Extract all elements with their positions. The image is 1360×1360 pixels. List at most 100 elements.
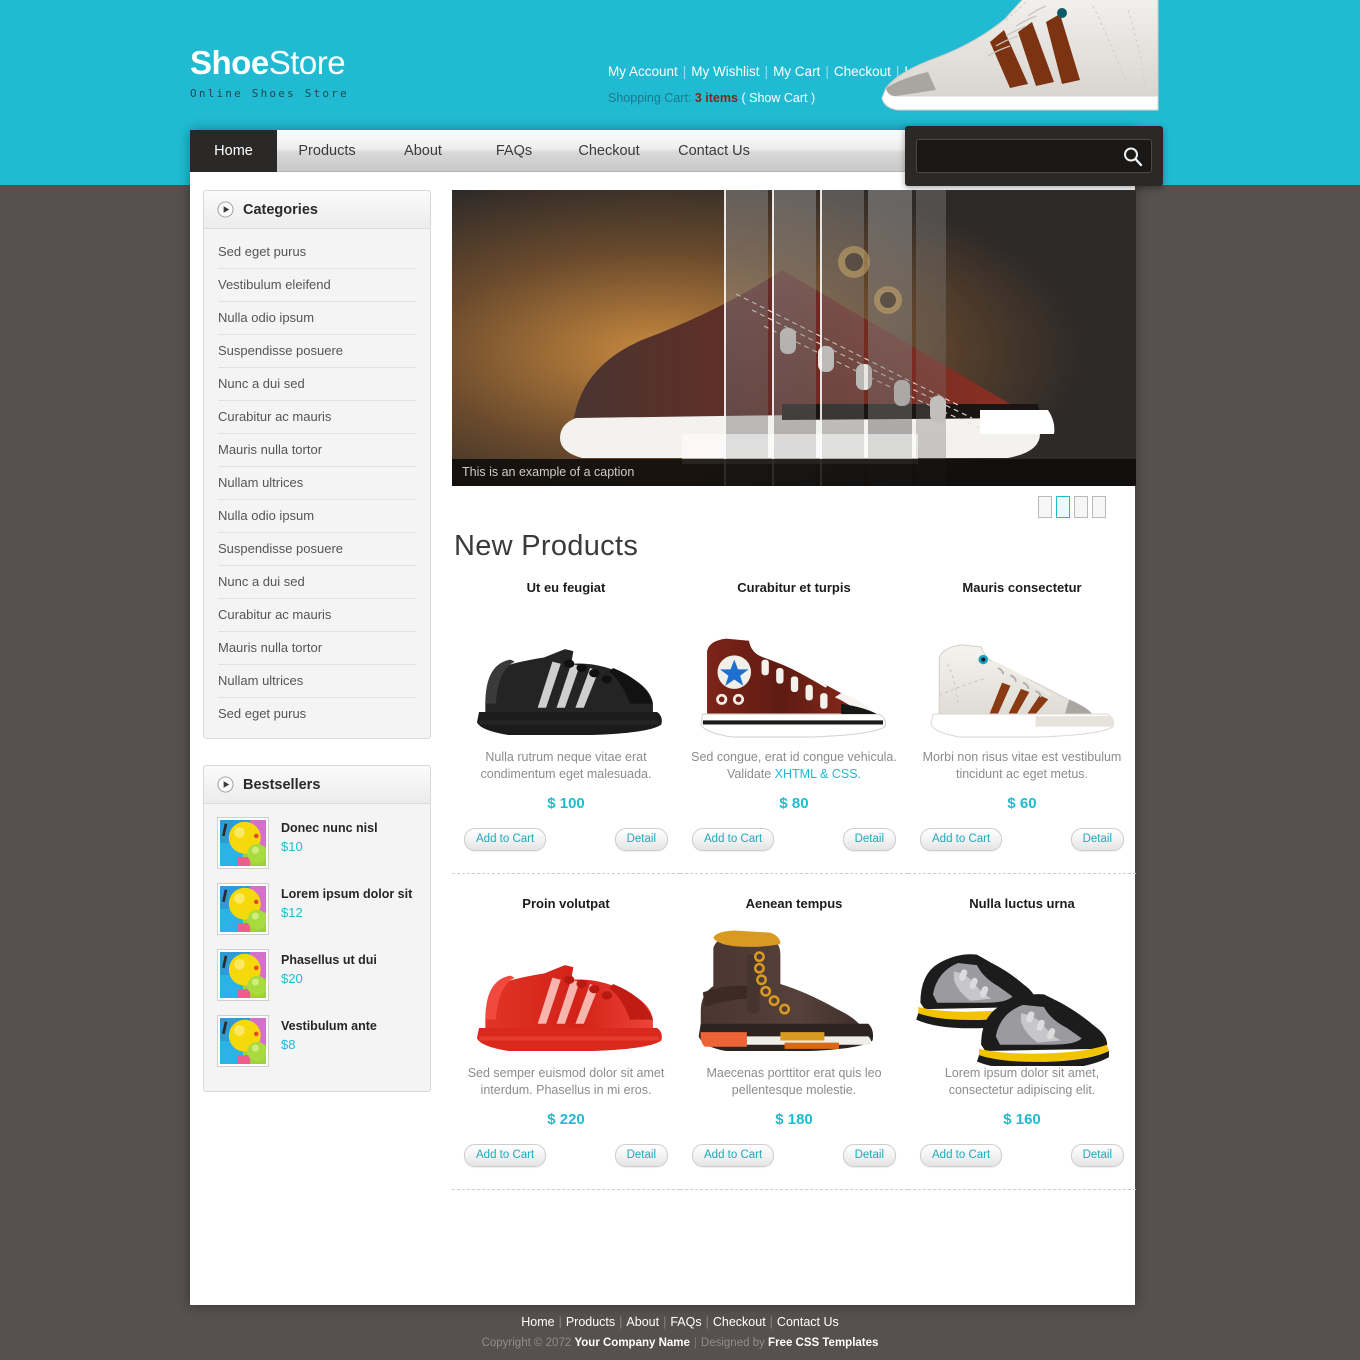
- bestseller-item[interactable]: Vestibulum ante $8: [217, 1015, 417, 1067]
- product-image[interactable]: [912, 919, 1132, 1071]
- footer-link-checkout[interactable]: Checkout: [713, 1315, 766, 1329]
- product-row: Ut eu feugiat Nulla rutrum neque vitae e…: [452, 580, 1136, 896]
- bestseller-name: Vestibulum ante: [281, 1019, 377, 1033]
- show-cart-link[interactable]: Show Cart: [749, 91, 807, 105]
- company-name: Your Company Name: [574, 1337, 690, 1349]
- product-price: $ 80: [779, 795, 809, 812]
- nav-item-contact-us[interactable]: Contact Us: [659, 130, 769, 172]
- cart-label: Shopping Cart:: [608, 91, 692, 105]
- product-name: Mauris consectetur: [962, 580, 1082, 595]
- product-name: Ut eu feugiat: [526, 580, 606, 595]
- nav-item-home[interactable]: Home: [190, 130, 277, 172]
- category-item[interactable]: Nulla odio ipsum: [218, 302, 416, 335]
- nav-item-faqs[interactable]: FAQs: [469, 130, 559, 172]
- paren-close: ): [810, 91, 816, 105]
- bestseller-name: Donec nunc nisl: [281, 821, 378, 835]
- product-image[interactable]: [684, 603, 904, 743]
- category-item[interactable]: Curabitur ac mauris: [218, 599, 416, 632]
- designer-name: Free CSS Templates: [768, 1337, 879, 1349]
- bestseller-name: Phasellus ut dui: [281, 953, 377, 967]
- product-price: $ 160: [1003, 1111, 1041, 1128]
- product-image[interactable]: [456, 919, 676, 1059]
- main-navigation: Home Products About FAQs Checkout Contac…: [190, 126, 1163, 186]
- add-to-cart-button[interactable]: Add to Cart: [692, 1144, 775, 1167]
- detail-button[interactable]: Detail: [1070, 828, 1124, 851]
- product-image[interactable]: [912, 603, 1132, 743]
- category-item[interactable]: Curabitur ac mauris: [218, 401, 416, 434]
- validate-link[interactable]: XHTML & CSS.: [775, 767, 861, 781]
- product-actions: Add to Cart Detail: [684, 1144, 904, 1167]
- bestseller-item[interactable]: Phasellus ut dui $20: [217, 949, 417, 1001]
- magnifier-icon[interactable]: [1121, 145, 1145, 169]
- divider: |: [764, 64, 769, 79]
- bestseller-item[interactable]: Lorem ipsum dolor sit $12: [217, 883, 417, 935]
- add-to-cart-button[interactable]: Add to Cart: [920, 1144, 1003, 1167]
- search-input[interactable]: [925, 140, 1115, 172]
- bestsellers-box: Bestsellers Donec nunc nisl $10 Lorem ip…: [203, 765, 431, 1092]
- product-name: Nulla luctus urna: [969, 896, 1075, 911]
- footer-link-faqs[interactable]: FAQs: [670, 1315, 701, 1329]
- product-description: Lorem ipsum dolor sit amet, consectetur …: [944, 1066, 1100, 1097]
- product-card: Curabitur et turpis Sed congue, erat id …: [680, 580, 908, 874]
- add-to-cart-button[interactable]: Add to Cart: [920, 828, 1003, 851]
- add-to-cart-button[interactable]: Add to Cart: [464, 828, 547, 851]
- product-name: Proin volutpat: [522, 896, 610, 911]
- bestseller-name: Lorem ipsum dolor sit: [281, 887, 413, 901]
- product-price: $ 60: [1007, 795, 1037, 812]
- bestseller-item[interactable]: Donec nunc nisl $10: [217, 817, 417, 869]
- add-to-cart-button[interactable]: Add to Cart: [692, 828, 775, 851]
- product-actions: Add to Cart Detail: [912, 1144, 1132, 1167]
- pager-dot-1[interactable]: [1038, 496, 1052, 518]
- product-actions: Add to Cart Detail: [456, 828, 676, 851]
- nav-label: About: [404, 143, 442, 159]
- category-item[interactable]: Nullam ultrices: [218, 467, 416, 500]
- copyright-text: Copyright © 2072: [481, 1337, 572, 1349]
- pager-dot-2[interactable]: [1056, 496, 1070, 518]
- link-my-wishlist[interactable]: My Wishlist: [691, 64, 759, 79]
- category-item[interactable]: Nunc a dui sed: [218, 566, 416, 599]
- category-item[interactable]: Suspendisse posuere: [218, 533, 416, 566]
- divider: |: [693, 1337, 697, 1349]
- footer-link-about[interactable]: About: [626, 1315, 659, 1329]
- pager-dot-4[interactable]: [1092, 496, 1106, 518]
- divider: |: [825, 64, 829, 79]
- detail-button[interactable]: Detail: [614, 1144, 668, 1167]
- search-box[interactable]: [916, 139, 1152, 173]
- link-my-account[interactable]: My Account: [608, 64, 678, 79]
- category-item[interactable]: Nullam ultrices: [218, 665, 416, 698]
- bestseller-thumbnail: [217, 817, 269, 869]
- footer-link-home[interactable]: Home: [521, 1315, 554, 1329]
- new-products-title: New Products: [454, 530, 639, 562]
- footer-link-products[interactable]: Products: [566, 1315, 615, 1329]
- promo-banner[interactable]: This is an example of a caption: [452, 190, 1136, 486]
- logo-bold: Shoe: [190, 44, 269, 81]
- category-item[interactable]: Suspendisse posuere: [218, 335, 416, 368]
- detail-button[interactable]: Detail: [842, 1144, 896, 1167]
- category-item[interactable]: Nulla odio ipsum: [218, 500, 416, 533]
- categories-title: Categories: [243, 201, 318, 218]
- category-item[interactable]: Mauris nulla tortor: [218, 434, 416, 467]
- balloons-thumb-icon: [220, 820, 267, 866]
- nav-item-about[interactable]: About: [377, 130, 469, 172]
- pager-dot-3[interactable]: [1074, 496, 1088, 518]
- product-image[interactable]: [456, 603, 676, 743]
- category-item[interactable]: Vestibulum eleifend: [218, 269, 416, 302]
- product-card: Ut eu feugiat Nulla rutrum neque vitae e…: [452, 580, 680, 874]
- category-item[interactable]: Sed eget purus: [218, 236, 416, 269]
- nav-item-products[interactable]: Products: [277, 130, 377, 172]
- link-my-cart[interactable]: My Cart: [773, 64, 820, 79]
- site-logo[interactable]: ShoeStore Online Shoes Store: [190, 44, 349, 101]
- bestsellers-list: Donec nunc nisl $10 Lorem ipsum dolor si…: [204, 804, 430, 1091]
- product-image[interactable]: [684, 919, 904, 1059]
- detail-button[interactable]: Detail: [1070, 1144, 1124, 1167]
- nav-item-checkout[interactable]: Checkout: [559, 130, 659, 172]
- category-item[interactable]: Sed eget purus: [218, 698, 416, 730]
- detail-button[interactable]: Detail: [842, 828, 896, 851]
- category-item[interactable]: Mauris nulla tortor: [218, 632, 416, 665]
- footer-link-contact-us[interactable]: Contact Us: [777, 1315, 839, 1329]
- category-item[interactable]: Nunc a dui sed: [218, 368, 416, 401]
- product-name: Aenean tempus: [745, 896, 843, 911]
- detail-button[interactable]: Detail: [614, 828, 668, 851]
- add-to-cart-button[interactable]: Add to Cart: [464, 1144, 547, 1167]
- bestseller-info: Donec nunc nisl $10: [281, 817, 378, 869]
